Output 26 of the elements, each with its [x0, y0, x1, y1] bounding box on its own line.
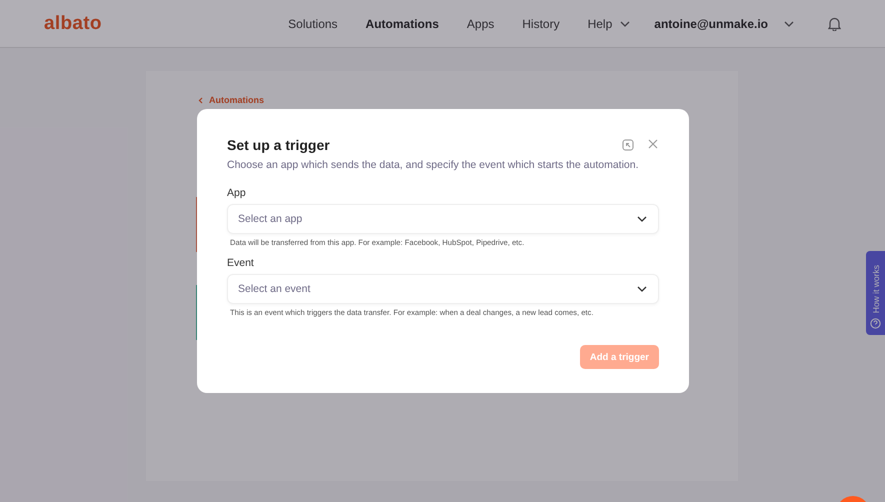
account-menu[interactable]: antoine@unmake.io: [654, 16, 794, 30]
chevron-down-icon: [637, 286, 647, 292]
nav-link[interactable]: Automations: [352, 16, 453, 30]
help-icon: [870, 318, 881, 329]
account-email: antoine@unmake.io: [654, 16, 768, 30]
help-tab-label: How it works: [870, 264, 880, 313]
nav-label: Help: [588, 16, 612, 30]
bell-icon[interactable]: [828, 16, 841, 30]
chevron-down-icon: [620, 20, 630, 26]
chevron-left-icon: [198, 96, 203, 104]
modal-title: Set up a trigger: [227, 137, 331, 153]
select-field[interactable]: Select an event: [227, 274, 659, 304]
breadcrumb-label: Automations: [209, 95, 264, 105]
collapse-icon[interactable]: [622, 139, 634, 151]
nav-link[interactable]: Solutions: [274, 16, 352, 30]
field-label: Event: [227, 257, 255, 269]
help-tab[interactable]: How it works: [866, 251, 885, 335]
field-label: App: [227, 187, 247, 199]
nav-link[interactable]: History: [508, 16, 574, 30]
modal-description: Choose an app which sends the data, and specify the event which starts the automation.: [227, 159, 640, 171]
close-icon[interactable]: [648, 139, 658, 149]
nav-link[interactable]: Apps: [452, 16, 508, 30]
nav-menu[interactable]: Help: [574, 16, 644, 30]
chevron-down-icon: [637, 216, 647, 222]
select-field[interactable]: Select an app: [227, 204, 659, 234]
chevron-down-icon: [784, 20, 794, 26]
